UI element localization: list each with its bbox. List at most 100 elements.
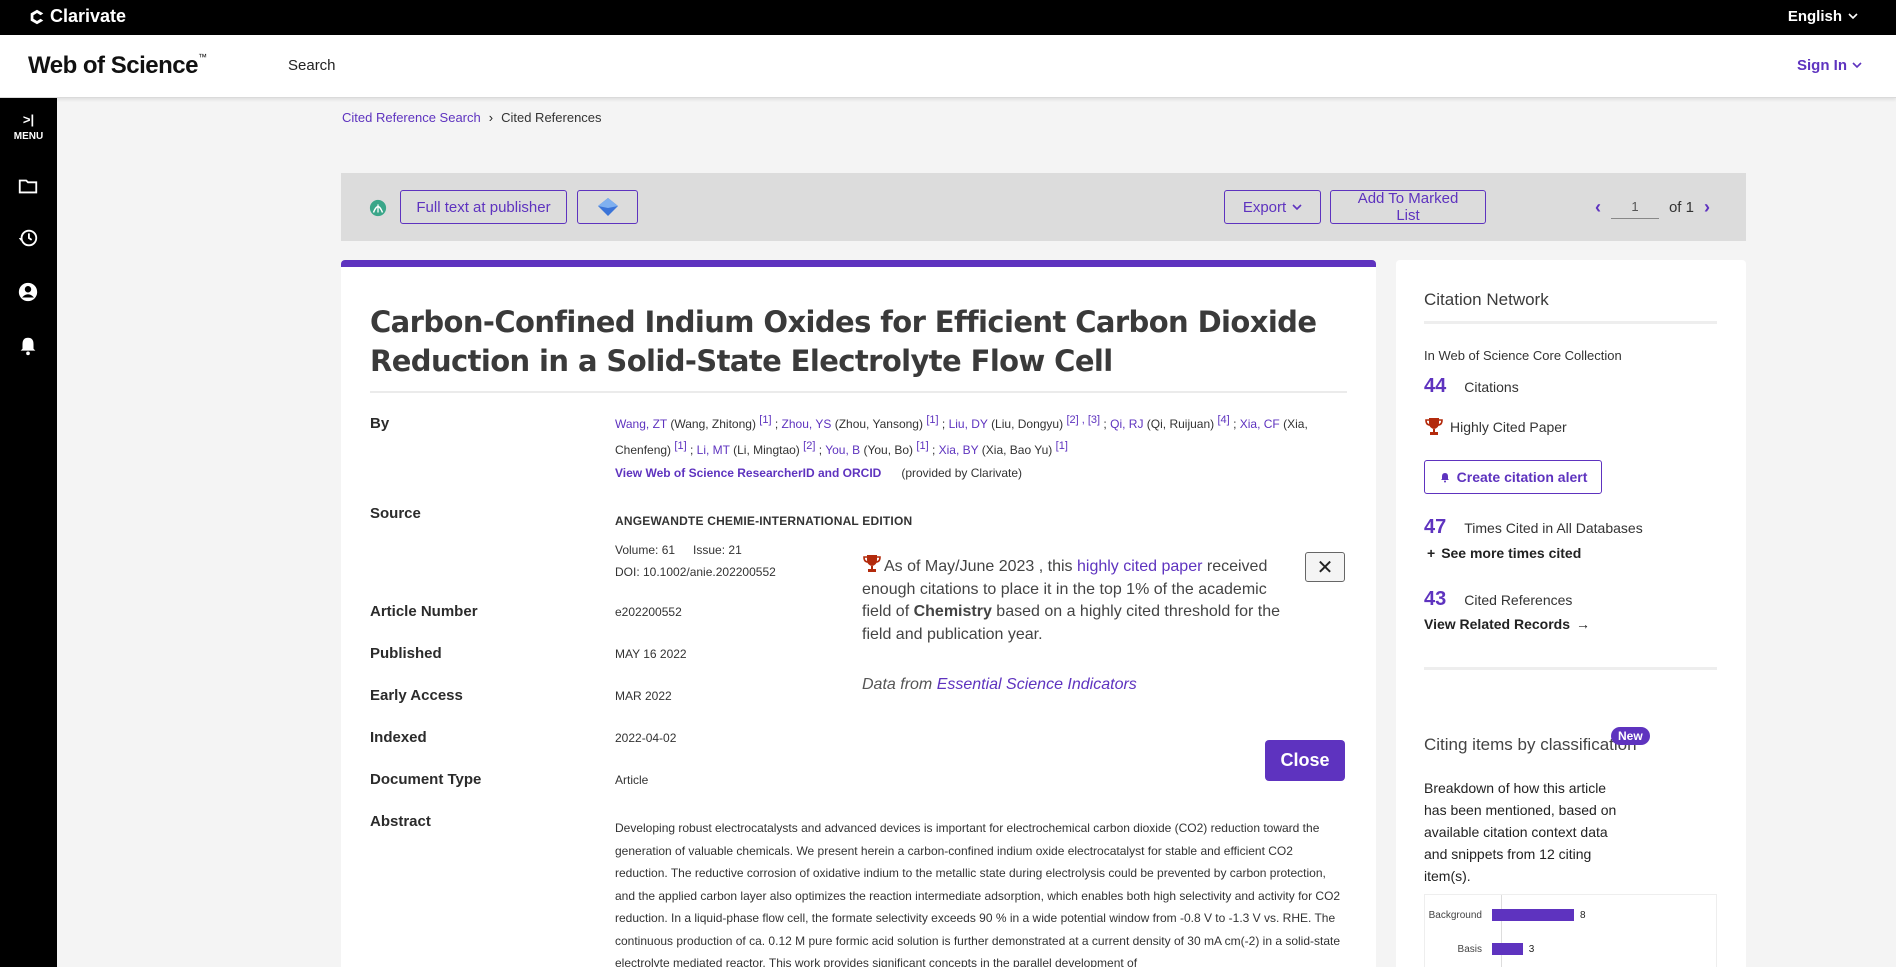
language-selector[interactable]: English (1788, 8, 1858, 25)
highly-cited-explanation: As of May/June 2023 , this highly cited … (862, 554, 1282, 646)
expand-menu-icon: >| (22, 112, 35, 127)
author-separator: ; (928, 443, 939, 457)
article-number-label: Article Number (370, 603, 478, 620)
classification-label: Background (1428, 909, 1482, 921)
title-divider (370, 391, 1347, 393)
page-number-input[interactable] (1610, 195, 1659, 219)
author-link[interactable]: You, B (825, 443, 860, 457)
previous-page-icon[interactable]: ‹ (1595, 197, 1601, 218)
citations-metric: 44 Citations (1424, 375, 1519, 398)
author-link[interactable]: Zhou, YS (782, 417, 832, 431)
popover-data-source: Data from Essential Science Indicators (862, 676, 1137, 694)
classification-row[interactable]: Basis 3 (1425, 943, 1534, 955)
nav-search-link[interactable]: Search (288, 57, 336, 74)
bell-icon (1440, 472, 1449, 482)
author-affiliation-link[interactable]: [2] (803, 440, 815, 452)
classification-row[interactable]: Background 8 (1425, 909, 1586, 921)
create-citation-alert-button[interactable]: Create citation alert (1424, 460, 1602, 494)
menu-label: MENU (13, 131, 44, 142)
pdf-finder-icon (597, 198, 618, 216)
source-journal-link[interactable]: ANGEWANDTE CHEMIE-INTERNATIONAL EDITION (615, 510, 912, 532)
classification-bar (1492, 909, 1574, 921)
published-value: MAY 16 2022 (615, 647, 687, 661)
highly-cited-paper-badge[interactable]: Highly Cited Paper (1424, 417, 1567, 436)
highly-cited-paper-link[interactable]: highly cited paper (1077, 558, 1202, 575)
citation-network-card: Citation Network In Web of Science Core … (1396, 260, 1746, 967)
author-affiliation-link[interactable]: [1] (759, 414, 771, 426)
author-separator: ; (771, 417, 782, 431)
citing-items-description: Breakdown of how this article has been m… (1424, 780, 1617, 884)
times-cited-label: Times Cited in All Databases (1464, 520, 1643, 536)
new-badge: New (1611, 727, 1650, 745)
record-toolbar: Full text at publisher Export Add To Mar… (341, 173, 1746, 241)
abstract-text: Developing robust electrocatalysts and a… (615, 821, 1341, 967)
add-to-marked-list-button[interactable]: Add To Marked List (1330, 190, 1486, 224)
popover-field: Chemistry (913, 603, 992, 620)
popover-close-button[interactable]: Close (1265, 740, 1345, 781)
breadcrumb: Cited Reference Search › Cited Reference… (342, 110, 602, 125)
citations-label: Citations (1464, 379, 1519, 395)
export-button[interactable]: Export (1224, 190, 1321, 224)
author-link[interactable]: Liu, DY (949, 417, 988, 431)
author-affiliation-link[interactable]: [1] (1056, 440, 1068, 452)
wos-logo-text: Web of Science (28, 52, 198, 79)
popover-intro: As of May/June 2023 , this (884, 558, 1077, 575)
volume-text: Volume: 61 (615, 543, 676, 557)
clarivate-logo[interactable]: Clarivate (28, 6, 126, 27)
author-full-name: (Qi, Ruijuan) (1146, 417, 1215, 431)
page-total: of 1 (1668, 198, 1694, 216)
wos-logo[interactable]: Web of Science™ (28, 52, 207, 80)
classification-count: 8 (1580, 909, 1586, 921)
account-icon[interactable] (16, 280, 40, 304)
early-access-label: Early Access (370, 687, 463, 704)
wos-logo-tm: ™ (197, 52, 207, 62)
sign-in-button[interactable]: Sign In (1797, 57, 1862, 74)
author-full-name: (Xia, Bao Yu) (981, 443, 1053, 457)
abstract-label: Abstract (370, 813, 431, 830)
classification-chart: Background 8 Basis 3 (1424, 894, 1717, 967)
author-link[interactable]: Xia, BY (939, 443, 979, 457)
bell-icon[interactable] (16, 334, 40, 358)
citations-count[interactable]: 44 (1424, 375, 1446, 398)
author-affiliation-link[interactable]: [1] (916, 440, 928, 452)
next-page-icon[interactable]: › (1704, 197, 1710, 218)
author-link[interactable]: Qi, RJ (1110, 417, 1143, 431)
cited-references-metric: 43 Cited References (1424, 588, 1572, 611)
author-link[interactable]: Li, MT (697, 443, 730, 457)
esi-link[interactable]: Essential Science Indicators (937, 676, 1137, 693)
breadcrumb-separator: › (488, 110, 494, 125)
author-separator: ; (938, 417, 949, 431)
folder-icon[interactable] (16, 174, 40, 198)
author-affiliation-link[interactable]: [1] (674, 440, 686, 452)
times-cited-count[interactable]: 47 (1424, 516, 1446, 539)
record-pager: ‹ of 1 › (1595, 195, 1710, 219)
popover-close-icon[interactable]: ✕ (1305, 552, 1345, 582)
find-pdf-button[interactable] (577, 190, 638, 224)
export-label: Export (1242, 198, 1287, 216)
early-access-value: MAR 2022 (615, 689, 672, 703)
researcher-id-link[interactable]: View Web of Science ResearcherID and ORC… (615, 462, 881, 484)
chevron-down-icon (1292, 203, 1302, 210)
author-affiliation-link[interactable]: [1] (926, 414, 938, 426)
author-list: Wang, ZT (Wang, Zhitong) [1] ; Zhou, YS … (615, 409, 1345, 461)
provided-by-text: (provided by Clarivate) (901, 466, 1023, 480)
trophy-icon (1425, 418, 1443, 435)
document-type-label: Document Type (370, 771, 482, 788)
see-more-times-cited-link[interactable]: + See more times cited (1427, 545, 1581, 561)
breadcrumb-cited-reference-search[interactable]: Cited Reference Search (342, 110, 481, 125)
author-affiliation-link[interactable]: [4] (1218, 414, 1230, 426)
author-affiliation-link[interactable]: [2] , [3] (1066, 414, 1100, 426)
author-full-name: (You, Bo) (863, 443, 914, 457)
cited-references-count[interactable]: 43 (1424, 588, 1446, 611)
view-related-records-link[interactable]: View Related Records → (1424, 616, 1590, 632)
app-header: Web of Science™ Search Sign In (0, 35, 1896, 98)
full-text-button[interactable]: Full text at publisher (400, 190, 567, 224)
author-link[interactable]: Wang, ZT (615, 417, 667, 431)
author-separator: ; (686, 443, 697, 457)
menu-toggle[interactable]: >| MENU (0, 112, 57, 142)
open-access-icon[interactable] (369, 199, 387, 217)
history-icon[interactable] (16, 226, 40, 250)
author-link[interactable]: Xia, CF (1240, 417, 1280, 431)
author-full-name: (Li, Mingtao) (733, 443, 800, 457)
create-citation-alert-label: Create citation alert (1456, 469, 1588, 485)
